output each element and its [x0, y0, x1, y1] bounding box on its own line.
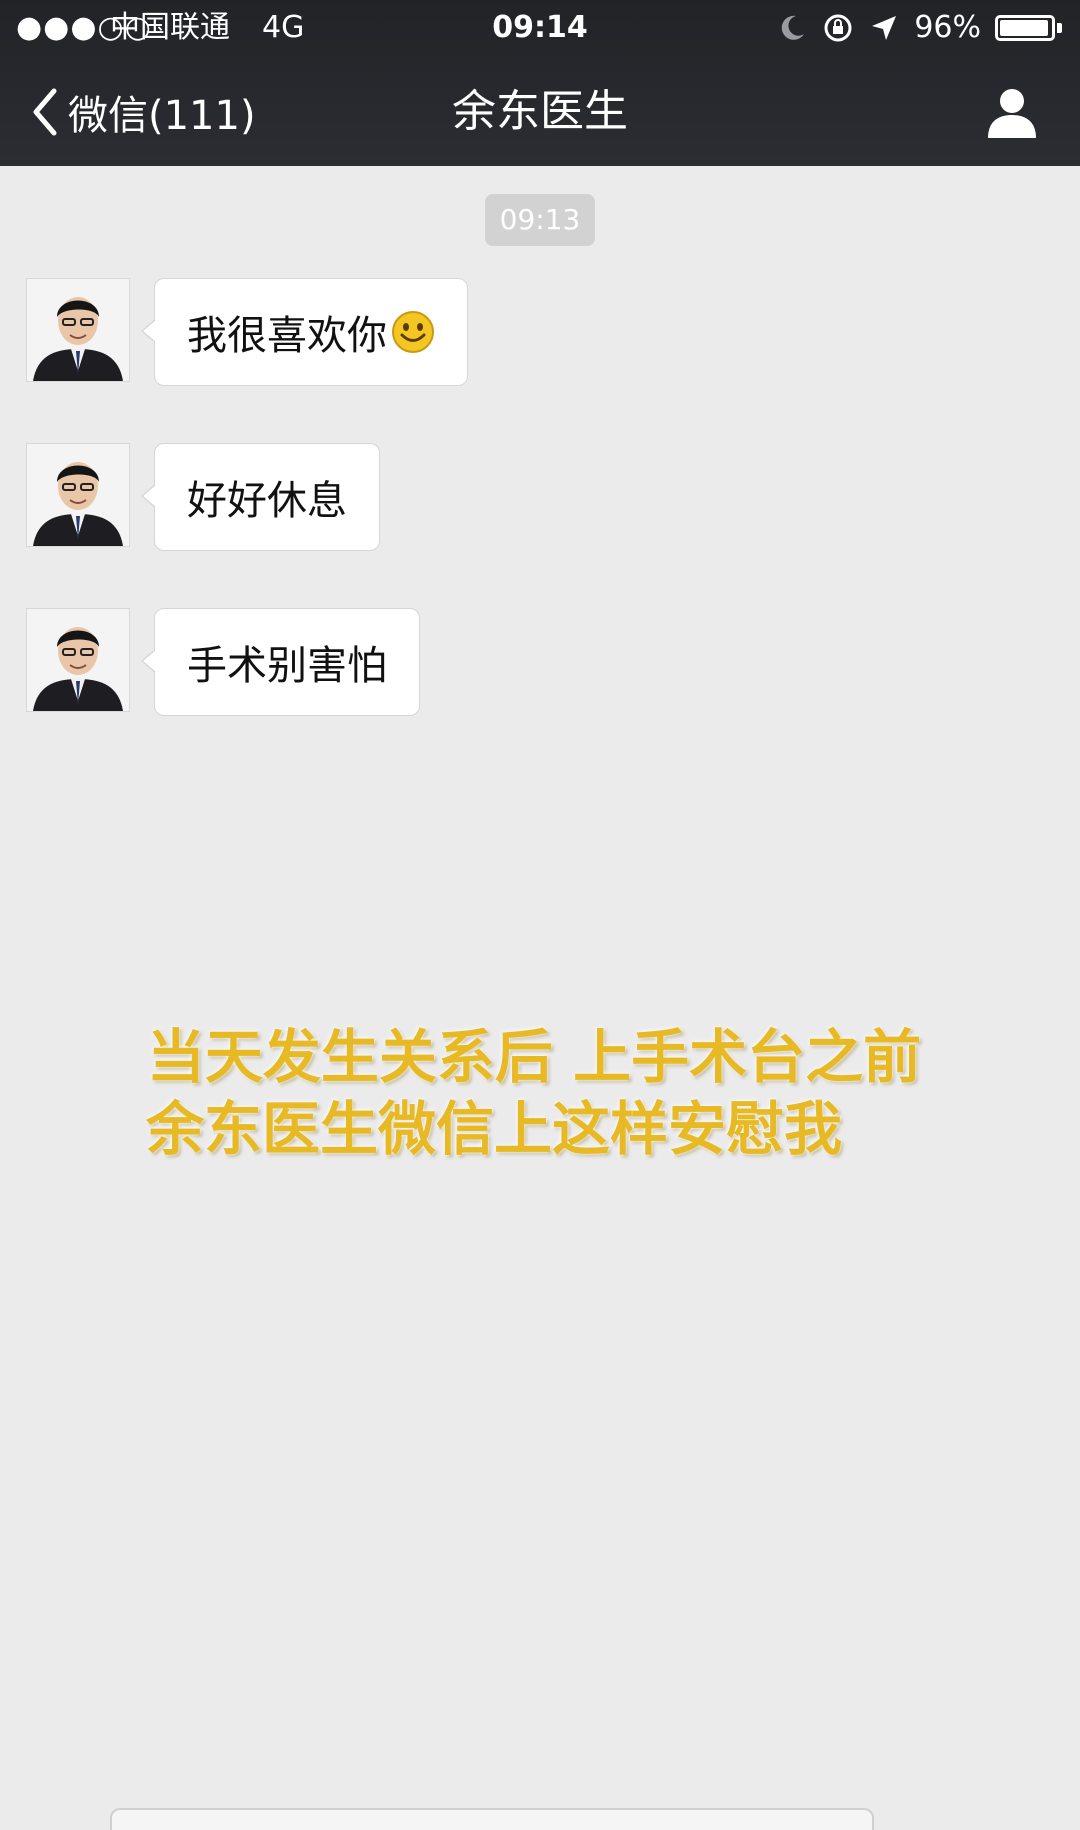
chat-title: 余东医生	[452, 86, 628, 137]
message-bubble[interactable]: 好好休息	[141, 443, 380, 551]
profile-icon[interactable]	[984, 84, 1040, 140]
message-row: 好好休息	[26, 443, 380, 551]
location-arrow-icon	[872, 16, 897, 40]
avatar[interactable]	[26, 443, 130, 547]
overlay-caption-line-2: 余东医生微信上这样安慰我	[145, 1095, 842, 1163]
message-bubble[interactable]: 我很喜欢你	[141, 278, 468, 386]
moon-icon	[782, 15, 805, 40]
chat-header: ●●●○○ 中国联通 4G 09:14 96% 微信(111) 余东医生	[0, 0, 1080, 166]
battery-cap	[1057, 23, 1062, 33]
battery-fill	[1000, 20, 1048, 36]
status-right-group: 96%	[776, 8, 1062, 48]
avatar-photo	[27, 444, 129, 546]
message-text: 好好休息	[187, 478, 347, 524]
message-row: 手术别害怕	[26, 608, 420, 716]
smiley-emoji	[392, 311, 434, 353]
message-timestamp: 09:13	[485, 194, 595, 246]
avatar[interactable]	[26, 278, 130, 382]
avatar[interactable]	[26, 608, 130, 712]
message-text: 手术别害怕	[187, 643, 387, 689]
input-bar-edge[interactable]	[110, 1808, 874, 1830]
avatar-photo	[27, 279, 129, 381]
avatar-photo	[27, 609, 129, 711]
message-text: 我很喜欢你	[187, 313, 387, 359]
battery-percent: 96%	[914, 10, 981, 45]
orientation-lock-icon	[824, 14, 852, 42]
battery-icon	[995, 15, 1055, 41]
message-bubble[interactable]: 手术别害怕	[141, 608, 420, 716]
message-row: 我很喜欢你	[26, 278, 468, 386]
